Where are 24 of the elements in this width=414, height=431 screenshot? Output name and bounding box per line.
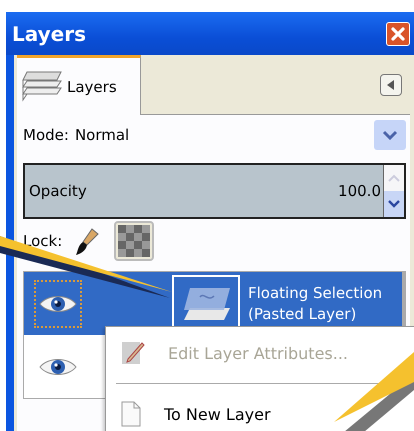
mode-dropdown-button[interactable] <box>374 120 406 150</box>
left-arrow-icon <box>386 78 396 90</box>
close-icon <box>389 24 407 42</box>
layer-name: Floating Selection (Pasted Layer) <box>248 282 382 324</box>
tab-menu-button[interactable] <box>380 74 402 96</box>
opacity-value: 100.0 <box>338 182 382 200</box>
opacity-field[interactable]: Opacity 100.0 <box>23 163 406 219</box>
page-icon <box>120 400 142 428</box>
opacity-label: Opacity <box>28 182 88 200</box>
mode-value: Normal <box>74 126 130 144</box>
chevron-down-icon <box>388 200 400 208</box>
lock-alpha-toggle[interactable] <box>114 221 154 261</box>
pencil-icon <box>120 339 146 367</box>
checkerboard-icon <box>118 225 150 257</box>
chevron-up-icon <box>388 174 400 182</box>
lock-label: Lock: <box>23 232 62 250</box>
chevron-down-icon <box>382 130 398 140</box>
visibility-toggle[interactable] <box>34 280 82 328</box>
window-title: Layers <box>12 22 86 46</box>
mode-label: Mode: <box>23 126 69 144</box>
menu-item[interactable]: To New Layer <box>106 388 414 431</box>
decrement-button[interactable] <box>384 191 404 217</box>
layers-tab[interactable]: Layers <box>17 55 141 115</box>
close-button[interactable] <box>386 22 410 46</box>
